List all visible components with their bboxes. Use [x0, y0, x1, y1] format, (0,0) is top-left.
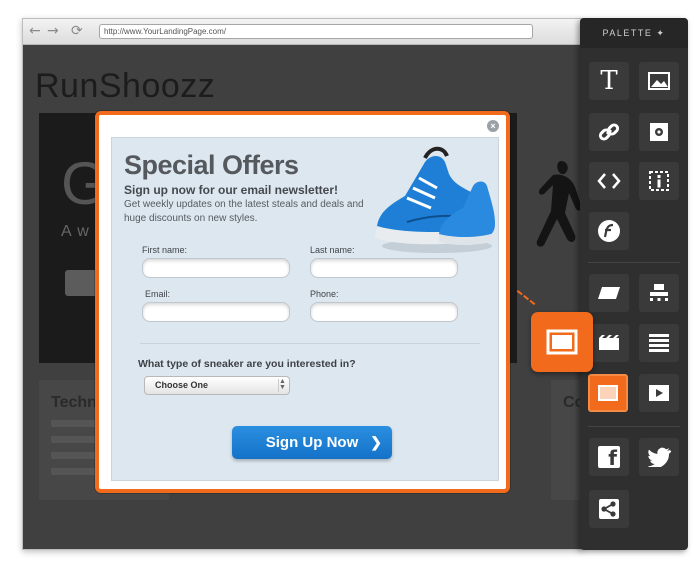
dragging-lightbox-icon[interactable]: [531, 312, 593, 372]
modal-body: Special Offers Sign up now for our email…: [111, 137, 499, 481]
sign-up-button[interactable]: Sign Up Now ❯: [232, 426, 392, 459]
chevron-right-icon: ❯: [370, 434, 382, 450]
browser-toolbar: ← → ⟳ http://www.YourLandingPage.com/: [23, 19, 581, 45]
text-icon[interactable]: T: [589, 62, 629, 100]
image-icon[interactable]: [639, 62, 679, 100]
flash-icon[interactable]: [589, 212, 629, 250]
widget-icon[interactable]: [639, 113, 679, 151]
phone-label: Phone:: [310, 289, 339, 299]
lightbox-icon[interactable]: [588, 374, 628, 412]
sneaker-image: [375, 146, 495, 253]
runner-silhouette: [536, 161, 581, 247]
sign-up-label: Sign Up Now: [265, 434, 359, 451]
form-divider: [140, 343, 480, 344]
video-icon[interactable]: [639, 374, 679, 412]
facebook-icon[interactable]: f: [589, 438, 629, 476]
facebook-glyph: f: [608, 446, 617, 470]
facebook-glyph-box: f: [598, 446, 620, 470]
palette-panel: PALETTE ✦ T f: [580, 18, 688, 550]
code-icon[interactable]: [589, 162, 629, 200]
email-label: Email:: [145, 289, 171, 299]
sneaker-type-select[interactable]: Choose One ▲ ▼: [144, 376, 290, 395]
special-offers-modal: × Special Offers Sign up now for our ema…: [95, 111, 510, 493]
select-stepper-icon: ▲ ▼: [278, 378, 286, 392]
hero-tagline: A w: [61, 223, 90, 240]
forward-arrow-icon[interactable]: →: [47, 23, 59, 39]
last-name-label: Last name:: [310, 245, 355, 255]
back-arrow-icon[interactable]: ←: [29, 23, 41, 39]
site-logo: RunShoozz: [35, 67, 216, 105]
address-bar[interactable]: http://www.YourLandingPage.com/: [99, 24, 533, 39]
screenshot-root: ← → ⟳ http://www.YourLandingPage.com/ Ru…: [0, 0, 700, 571]
palette-divider: [588, 426, 680, 427]
feature-right: Co: [551, 380, 581, 500]
text-tile-glyph: T: [600, 66, 618, 96]
reload-icon[interactable]: ⟳: [71, 23, 83, 39]
form-icon[interactable]: [639, 274, 679, 312]
modal-description: Get weekly updates on the latest steals …: [124, 199, 364, 224]
sneaker-question: What type of sneaker are you interested …: [138, 358, 356, 370]
select-value: Choose One: [155, 380, 209, 390]
first-name-label: First name:: [142, 245, 188, 255]
share-icon[interactable]: [589, 490, 629, 528]
section-icon[interactable]: [589, 274, 629, 312]
link-icon[interactable]: [589, 113, 629, 151]
last-name-field[interactable]: [310, 258, 458, 278]
palette-title: PALETTE: [602, 28, 653, 38]
feature-left-title: Techn: [51, 394, 97, 411]
rows-icon[interactable]: [639, 324, 679, 362]
twitter-icon[interactable]: [639, 438, 679, 476]
modal-subtitle: Sign up now for our email newsletter!: [124, 183, 339, 197]
email-field[interactable]: [142, 302, 290, 322]
palette-header: PALETTE ✦: [580, 18, 688, 48]
pin-icon[interactable]: ✦: [656, 28, 665, 38]
palette-divider: [588, 262, 680, 263]
close-icon[interactable]: ×: [487, 120, 499, 132]
info-box-icon[interactable]: [639, 162, 679, 200]
phone-field[interactable]: [310, 302, 458, 322]
slideshow-icon[interactable]: [589, 324, 629, 362]
modal-title: Special Offers: [124, 150, 299, 180]
first-name-field[interactable]: [142, 258, 290, 278]
